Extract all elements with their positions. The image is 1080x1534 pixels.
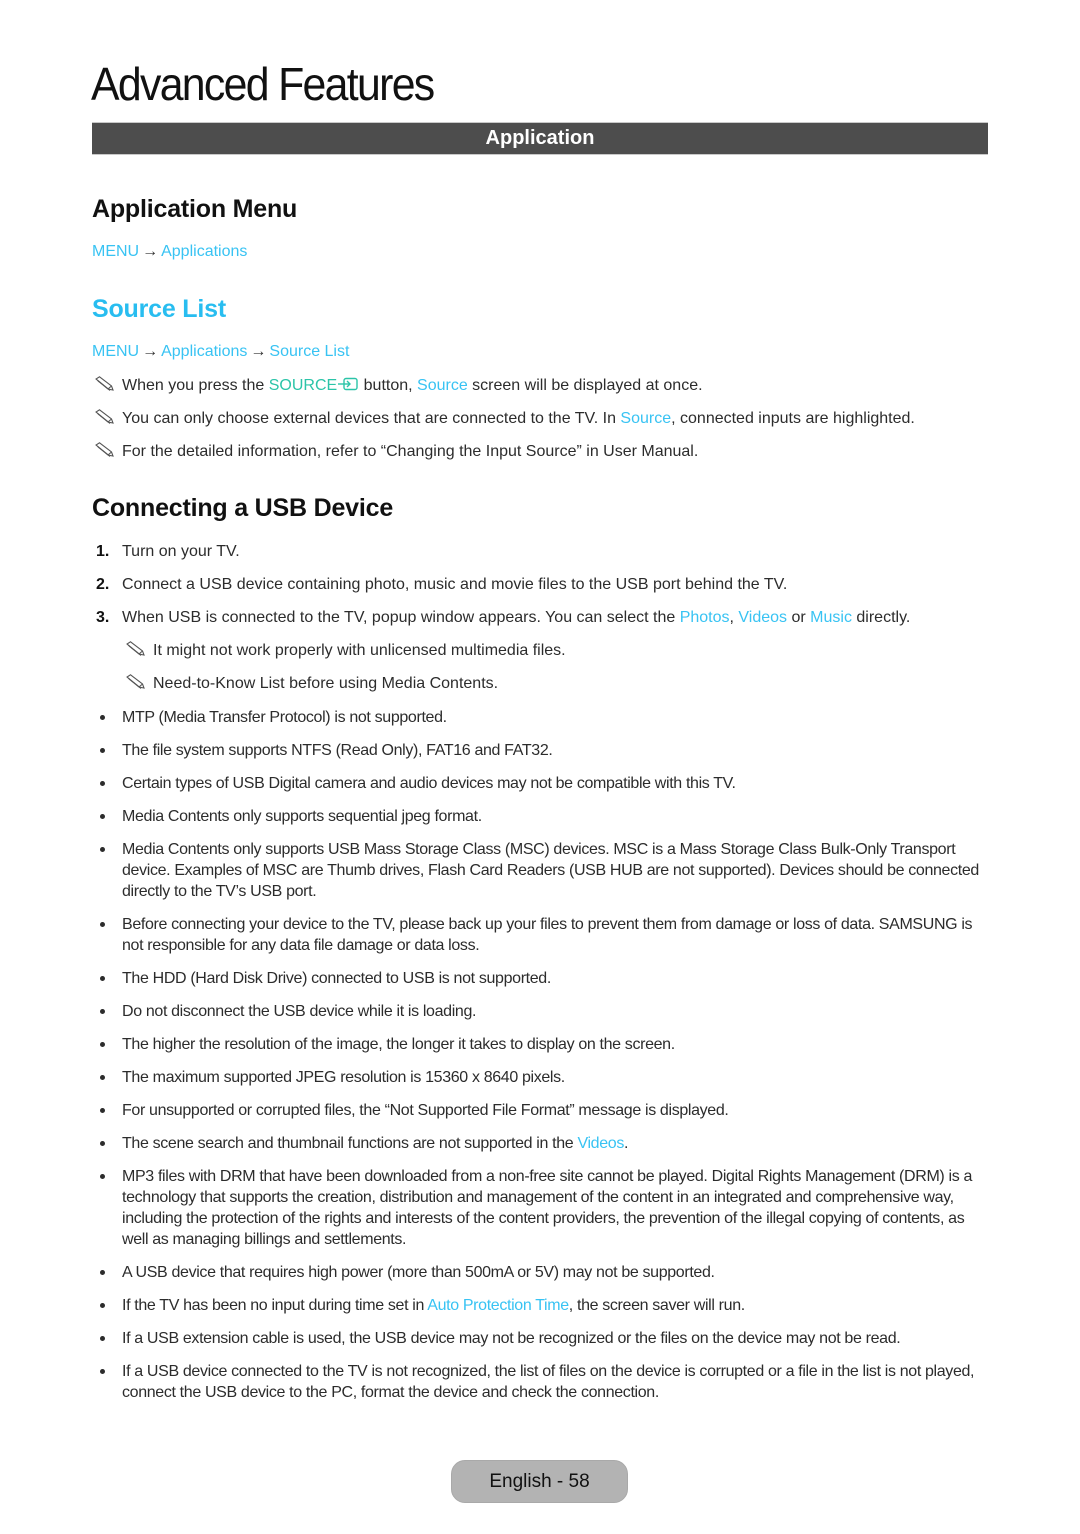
step-number: 3.	[96, 609, 110, 626]
path-arrow: →	[142, 343, 159, 360]
source-list-heading: Source List	[92, 295, 226, 323]
bullet-dot	[100, 1108, 105, 1113]
bullet-dot	[100, 976, 105, 981]
pencil-note-icon	[94, 376, 116, 392]
source-button-label: SOURCE	[268, 377, 338, 394]
path-applications[interactable]: Applications	[161, 343, 247, 360]
path-arrow: →	[142, 243, 159, 260]
usb-bullet: The scene search and thumbnail functions…	[100, 1133, 985, 1154]
music-link[interactable]: Music	[810, 609, 852, 626]
source-note-1: When you press the SOURCE button, Source…	[94, 376, 703, 396]
step-number: 2.	[96, 576, 110, 593]
bullet-dot	[100, 1336, 105, 1341]
usb-bullet: If a USB device connected to the TV is n…	[100, 1361, 985, 1403]
usb-bullet: MP3 files with DRM that have been downlo…	[100, 1166, 985, 1250]
bullet-dot	[100, 1303, 105, 1308]
section-bar: Application	[92, 122, 988, 155]
videos-link[interactable]: Videos	[577, 1135, 624, 1152]
usb-bullet: The file system supports NTFS (Read Only…	[100, 740, 985, 761]
bullet-dot	[100, 748, 105, 753]
page-number-badge: English - 58	[451, 1460, 628, 1503]
source-note-2: You can only choose external devices tha…	[94, 409, 915, 429]
usb-bullet: Do not disconnect the USB device while i…	[100, 1001, 985, 1022]
source-list-path: MENU → Applications → Source List	[92, 342, 349, 362]
path-source-list[interactable]: Source List	[269, 343, 349, 360]
usb-heading: Connecting a USB Device	[92, 494, 394, 522]
bullet-dot	[100, 781, 105, 786]
application-menu-heading: Application Menu	[92, 195, 298, 223]
page-title: Advanced Features	[91, 58, 435, 110]
source-link[interactable]: Source	[620, 410, 671, 427]
usb-bullet: Media Contents only supports sequential …	[100, 806, 985, 827]
step3-note-2: Need-to-Know List before using Media Con…	[125, 674, 498, 694]
bullet-dot	[100, 922, 105, 927]
usb-bullet: MTP (Media Transfer Protocol) is not sup…	[100, 707, 985, 728]
bullet-dot	[100, 1042, 105, 1047]
bullet-dot	[100, 847, 105, 852]
step-number: 1.	[96, 543, 110, 560]
path-arrow: →	[250, 343, 267, 360]
usb-step-1: 1. Turn on your TV.	[96, 543, 240, 560]
pencil-note-icon	[125, 674, 147, 690]
usb-bullet: A USB device that requires high power (m…	[100, 1262, 985, 1283]
bullet-dot	[100, 1369, 105, 1374]
usb-bullet: Before connecting your device to the TV,…	[100, 914, 985, 956]
bullet-dot	[100, 1174, 105, 1179]
source-link[interactable]: Source	[417, 377, 468, 394]
usb-bullet: Media Contents only supports USB Mass St…	[100, 839, 985, 902]
step3-note-1: It might not work properly with unlicens…	[125, 641, 566, 661]
path-applications[interactable]: Applications	[161, 243, 247, 260]
path-menu[interactable]: MENU	[92, 243, 139, 260]
usb-bullet: The higher the resolution of the image, …	[100, 1034, 985, 1055]
photos-link[interactable]: Photos	[680, 609, 730, 626]
bullet-dot	[100, 715, 105, 720]
application-menu-path: MENU → Applications	[92, 242, 247, 262]
path-menu[interactable]: MENU	[92, 343, 139, 360]
usb-step-2: 2. Connect a USB device containing photo,…	[96, 576, 788, 593]
source-note-3: For the detailed information, refer to “…	[94, 442, 698, 462]
usb-bullet: The maximum supported JPEG resolution is…	[100, 1067, 985, 1088]
usb-bullet: If the TV has been no input during time …	[100, 1295, 985, 1316]
bullet-dot	[100, 1075, 105, 1080]
source-input-icon	[337, 377, 359, 391]
usb-bullet: Certain types of USB Digital camera and …	[100, 773, 985, 794]
bullet-dot	[100, 1009, 105, 1014]
usb-bullet: For unsupported or corrupted files, the …	[100, 1100, 985, 1121]
usb-bullet: The HDD (Hard Disk Drive) connected to U…	[100, 968, 985, 989]
pencil-note-icon	[125, 641, 147, 657]
bullet-dot	[100, 814, 105, 819]
auto-protection-time-link[interactable]: Auto Protection Time	[427, 1297, 569, 1314]
usb-step-3: 3. When USB is connected to the TV, popup…	[96, 609, 911, 626]
bullet-dot	[100, 1270, 105, 1275]
bullet-dot	[100, 1141, 105, 1146]
usb-bullet: If a USB extension cable is used, the US…	[100, 1328, 985, 1349]
videos-link[interactable]: Videos	[738, 609, 787, 626]
pencil-note-icon	[94, 442, 116, 458]
pencil-note-icon	[94, 409, 116, 425]
